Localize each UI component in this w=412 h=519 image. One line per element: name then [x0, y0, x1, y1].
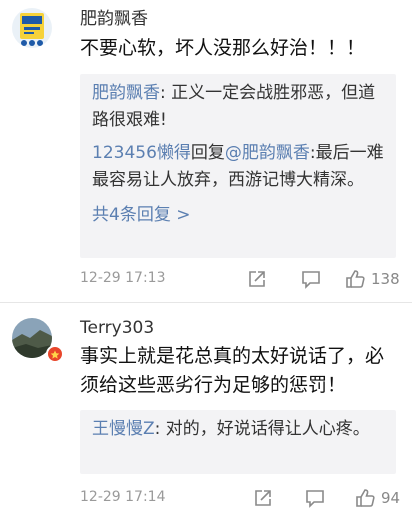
comment-meta: 12-29 17:14 94 — [80, 487, 402, 511]
comment-text: 事实上就是花总真的太好说话了，必须给这些恶劣行为足够的惩罚！ — [80, 345, 385, 396]
timestamp: 12-29 17:13 — [80, 270, 166, 286]
reply-separator: : — [160, 83, 172, 103]
avatar[interactable] — [12, 8, 52, 48]
reply-item[interactable]: 肥韵飘香: 正义一定会战胜邪恶，但道路很艰难! — [80, 74, 396, 134]
like-count: 94 — [381, 489, 401, 507]
reply-box[interactable]: 肥韵飘香: 正义一定会战胜邪恶，但道路很艰难! 123456懒得回复@肥韵飘香:… — [80, 74, 396, 258]
like-icon[interactable] — [344, 268, 366, 290]
username[interactable]: 肥韵飘香 — [80, 4, 148, 29]
reply-separator: : — [154, 419, 166, 439]
username[interactable]: Terry303 — [80, 318, 154, 338]
reply-item[interactable]: 123456懒得回复@肥韵飘香:最后一难最容易让人放弃，西游记博大精深。 — [80, 134, 396, 194]
reply-author[interactable]: 王慢慢Z — [92, 419, 155, 439]
share-icon[interactable] — [246, 268, 268, 290]
view-all-replies-link[interactable]: 共4条回复 > — [80, 202, 396, 228]
comment-icon[interactable] — [300, 268, 322, 290]
reply-text: 对的，好说话得让人心疼。 — [165, 419, 370, 439]
reply-item[interactable]: 王慢慢Z: 对的，好说话得让人心疼。 — [80, 410, 396, 443]
comment-text: 不要心软，坏人没那么好治！！！ — [80, 37, 366, 59]
reply-target[interactable]: @肥韵飘香 — [225, 143, 310, 163]
reply-verb: 回复 — [190, 143, 225, 163]
timestamp: 12-29 17:14 — [80, 489, 166, 505]
reply-author[interactable]: 123456懒得 — [92, 143, 191, 163]
reply-box[interactable]: 王慢慢Z: 对的，好说话得让人心疼。 — [80, 410, 396, 474]
comment-icon[interactable] — [304, 487, 326, 509]
divider — [0, 302, 412, 303]
reply-author[interactable]: 肥韵飘香 — [92, 83, 160, 103]
like-count: 138 — [371, 270, 400, 288]
like-icon[interactable] — [354, 487, 376, 509]
share-icon[interactable] — [252, 487, 274, 509]
verified-badge-icon — [46, 345, 64, 363]
comment-meta: 12-29 17:13 138 — [80, 268, 402, 292]
